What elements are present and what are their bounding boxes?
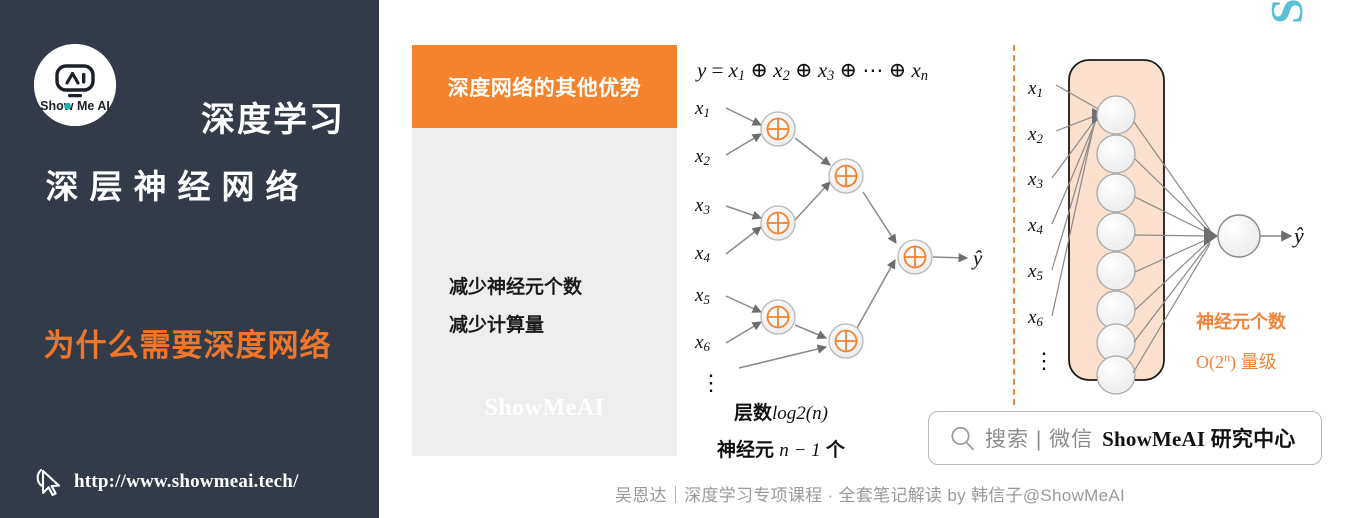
left-cover-panel: Show Me AI 深度学习 深层神经网络 为什么需要深度网络 http://… <box>0 0 379 518</box>
nn-label-neuron-count: 神经元个数 <box>1196 312 1286 332</box>
xor-nodes <box>760 111 969 359</box>
showmeai-vertical-watermark: ShowMeAI <box>1261 0 1312 24</box>
cover-subtitle: 深层神经网络 <box>45 168 310 205</box>
nn-output-label: ŷ <box>1294 223 1304 248</box>
cover-headline: 为什么需要深度网络 <box>43 328 332 363</box>
footer-credit: 吴恩达｜深度学习专项课程 · 全套笔记解读 by 韩信子@ShowMeAI <box>614 485 1126 505</box>
xor-graph-svg <box>725 107 969 369</box>
site-url-row[interactable]: http://www.showmeai.tech/ <box>34 466 299 498</box>
slide-root: Show Me AI 深度学习 深层神经网络 为什么需要深度网络 http://… <box>0 0 1361 518</box>
cover-title: 深度学习 <box>201 101 345 139</box>
search-brand-text: ShowMeAI 研究中心 <box>1102 427 1296 451</box>
advantage-line-2: 减少计算量 <box>449 315 545 336</box>
nn-output-fanin-arrow <box>1204 226 1218 246</box>
advantage-card-body: 减少神经元个数 减少计算量 <box>449 269 659 345</box>
search-icon <box>951 426 974 450</box>
footer-bar: 吴恩达｜深度学习专项课程 · 全套笔记解读 by 韩信子@ShowMeAI <box>379 470 1361 516</box>
search-placeholder-text: 搜索 | 微信 <box>985 428 1094 451</box>
wechat-search-pill[interactable]: 搜索 | 微信 ShowMeAI 研究中心 <box>928 411 1322 465</box>
card-watermark: ShowMeAI <box>484 395 605 421</box>
advantage-card-title: 深度网络的其他优势 <box>447 76 642 100</box>
nn-hidden-units <box>1096 95 1136 395</box>
nn-label-complexity: O(2n) 量级 <box>1196 350 1277 372</box>
nn-output-unit <box>1217 214 1261 258</box>
xor-output-label: ŷ <box>973 246 983 270</box>
site-url-text: http://www.showmeai.tech/ <box>74 471 299 492</box>
content-area: 深度网络的其他优势 减少神经元个数 减少计算量 ShowMeAI y = x1 … <box>379 0 1361 518</box>
advantage-card: 深度网络的其他优势 减少神经元个数 减少计算量 ShowMeAI <box>412 45 677 456</box>
advantage-card-header: 深度网络的其他优势 <box>412 45 677 128</box>
advantage-line-1: 减少神经元个数 <box>449 277 583 298</box>
xor-caption-neurons: 神经元 n − 1 个 <box>717 440 845 461</box>
xor-edges <box>725 107 897 369</box>
xor-caption-layers: 层数log2(n) <box>734 403 828 424</box>
xor-tree-diagram: y = x1 ⊕ x2 ⊕ x3 ⊕ ⋯ ⊕ xn x1 x2 x3 x4 x5… <box>679 30 999 470</box>
nn-graph-svg <box>1051 59 1293 395</box>
cursor-pointer-icon <box>36 468 61 497</box>
shallow-nn-diagram: ShowMeAI x1 x2 x3 x4 x5 x6 ⋮ <box>1004 0 1361 450</box>
